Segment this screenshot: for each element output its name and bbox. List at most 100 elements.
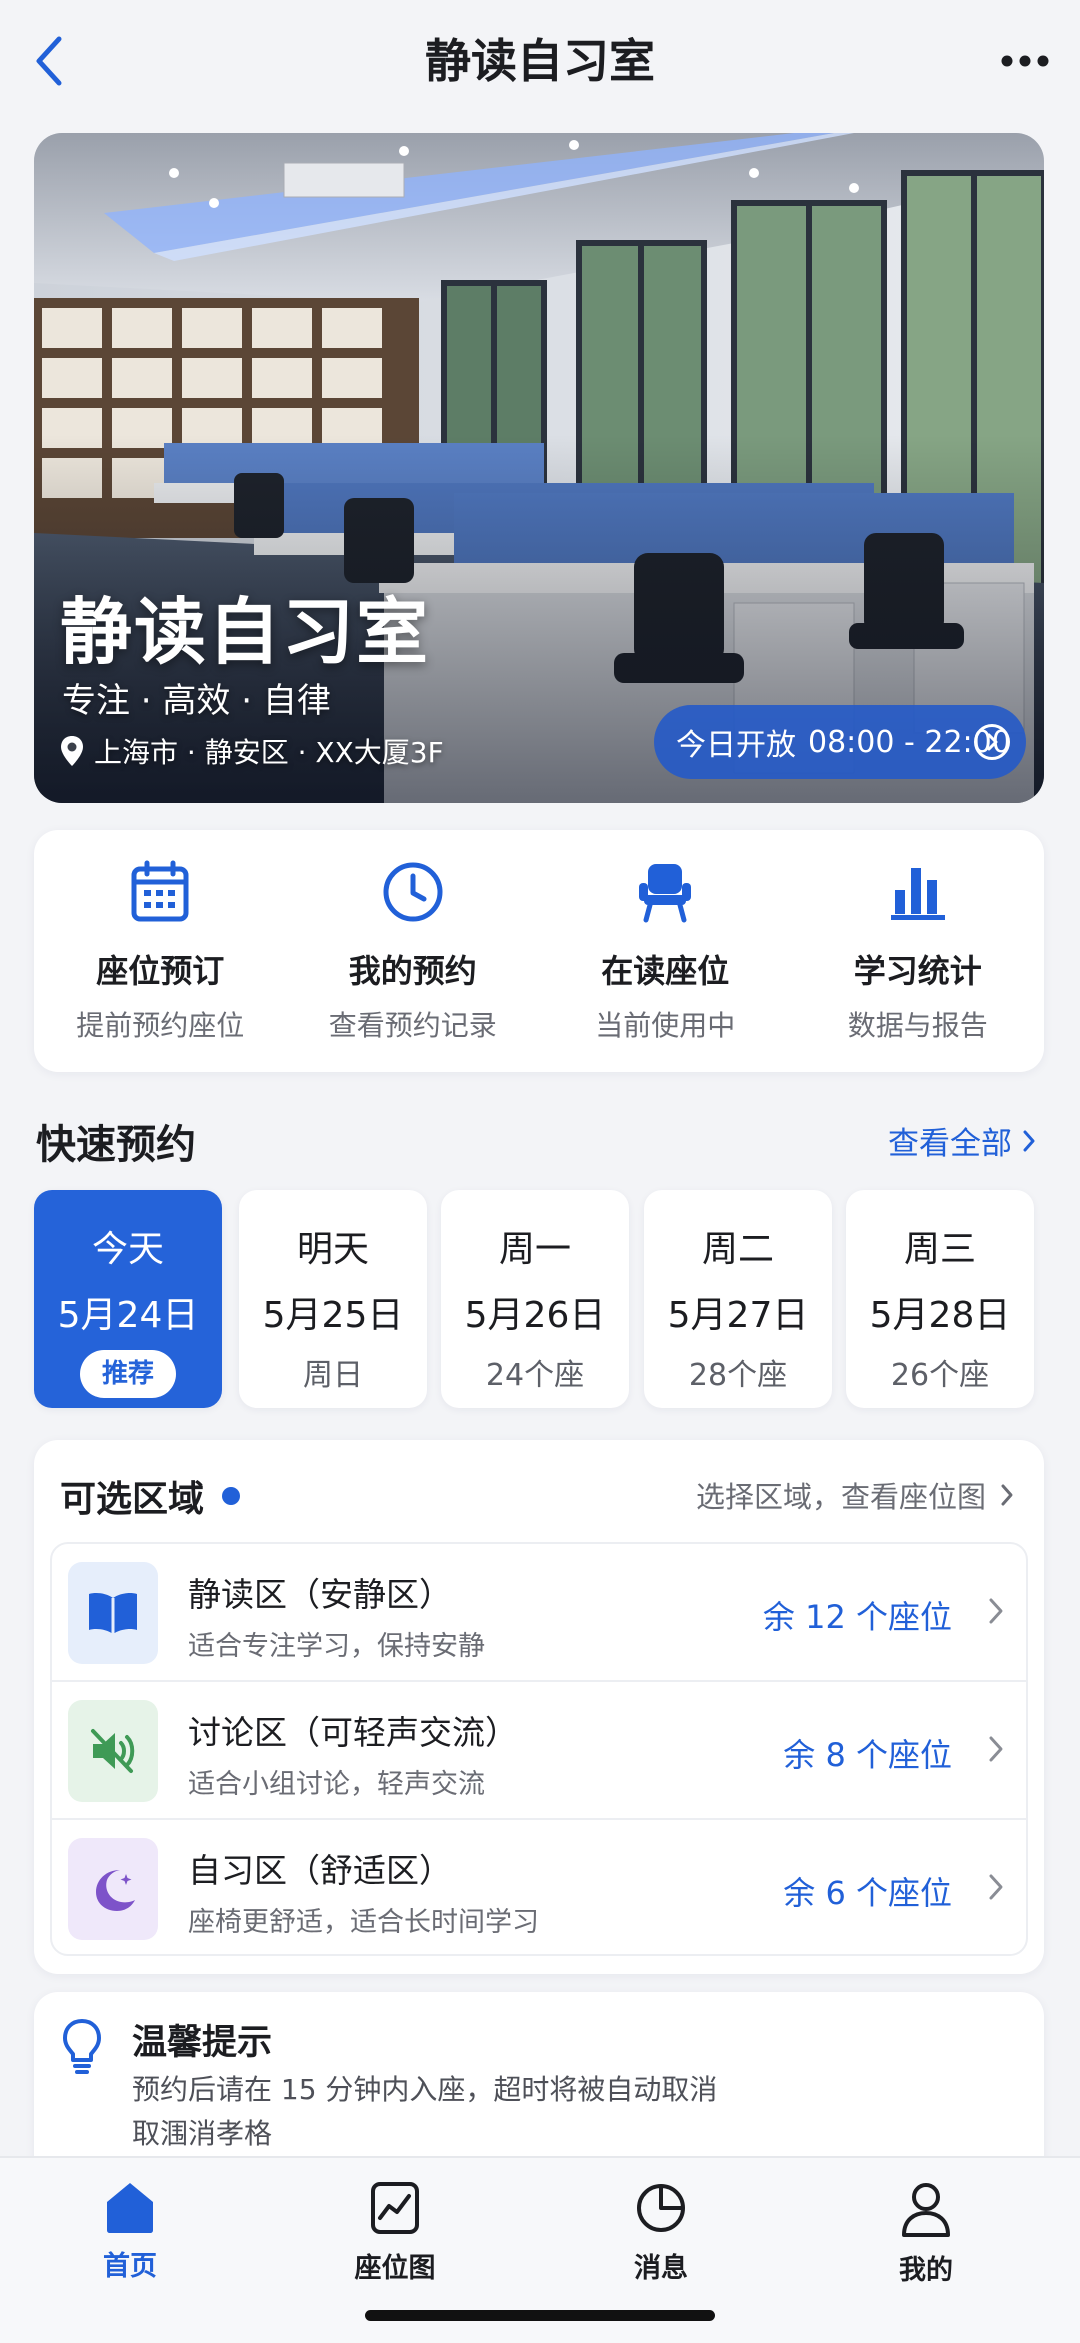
- date-day: 今天: [91, 1229, 164, 1270]
- date-value: 5月27日: [667, 1295, 809, 1336]
- action-subtitle: 当前使用中: [595, 1009, 736, 1042]
- hero-title: 静读自习室: [60, 590, 431, 674]
- zone-seats-left: 余 8 个座位: [783, 1736, 952, 1774]
- zones-hint-link[interactable]: 选择区域，查看座位图: [696, 1474, 1014, 1516]
- tab-profile[interactable]: 我的: [826, 2180, 1026, 2287]
- open-label: 今日开放: [676, 728, 796, 763]
- zone-quiet[interactable]: 静读区（安静区） 适合专注学习，保持安静 余 12 个座位: [52, 1544, 1026, 1682]
- zone-description: 适合专注学习，保持安静: [188, 1631, 485, 1662]
- chevron-right-icon: [989, 1598, 1003, 1624]
- location-pin-icon: [61, 736, 83, 766]
- date-option[interactable]: 周二 5月27日 28个座: [644, 1190, 832, 1408]
- page-title: 静读自习室: [425, 34, 655, 88]
- tab-seat-map[interactable]: 座位图: [295, 2180, 495, 2285]
- chevron-right-circle-icon: [974, 724, 1010, 760]
- home-icon: [107, 2183, 153, 2233]
- home-indicator: [365, 2310, 715, 2321]
- tip-line: 预约后请在 15 分钟内入座，超时将被自动取消: [132, 2073, 718, 2106]
- zone-list: 静读区（安静区） 适合专注学习，保持安静 余 12 个座位 讨论区（可轻声交流）…: [50, 1542, 1028, 1956]
- quick-actions-card: 座位预订 提前预约座位 我的预约 查看预约记录 在读座位 当前使用中 学习统计 …: [34, 830, 1044, 1072]
- zone-name: 静读区（安静区）: [188, 1575, 452, 1614]
- moon-icon: [68, 1838, 158, 1940]
- zones-title: 可选区域: [60, 1470, 241, 1522]
- zone-discussion[interactable]: 讨论区（可轻声交流） 适合小组讨论，轻声交流 余 8 个座位: [52, 1682, 1026, 1820]
- chair-icon: [631, 858, 699, 926]
- date-value: 5月24日: [57, 1295, 199, 1336]
- date-option[interactable]: 明天 5月25日 周日: [239, 1190, 427, 1408]
- tab-label: 座位图: [354, 2253, 436, 2284]
- action-current-seat[interactable]: 在读座位 当前使用中: [539, 830, 792, 1072]
- tip-card: 温馨提示 预约后请在 15 分钟内入座，超时将被自动取消 取涠消孝格: [34, 1992, 1044, 2172]
- date-extra: 28个座: [688, 1358, 788, 1393]
- see-all-link[interactable]: 查看全部: [888, 1118, 1036, 1163]
- zone-description: 座椅更舒适，适合长时间学习: [188, 1907, 539, 1938]
- zone-comfort[interactable]: 自习区（舒适区） 座椅更舒适，适合长时间学习 余 6 个座位: [52, 1820, 1026, 1954]
- chevron-right-icon: [1001, 1484, 1013, 1506]
- opening-hours-pill[interactable]: 今日开放 08:00 - 22:00: [654, 705, 1026, 779]
- top-bar: 静读自习室: [0, 0, 1080, 124]
- tab-messages[interactable]: 消息: [561, 2180, 761, 2285]
- chevron-right-icon: [1023, 1130, 1035, 1151]
- date-selector: 今天 5月24日 推荐 明天 5月25日 周日 周一 5月26日 24个座 周二…: [34, 1190, 1044, 1408]
- zones-title-label: 可选区域: [60, 1479, 205, 1520]
- recommended-badge: 推荐: [79, 1350, 176, 1398]
- date-option[interactable]: 周三 5月28日 26个座: [846, 1190, 1034, 1408]
- hero-banner[interactable]: 静读自习室 专注 · 高效 · 自律 上海市 · 静安区 · XX大厦3F 今日…: [34, 133, 1044, 803]
- indicator-dot-icon: [222, 1487, 241, 1505]
- tip-line: 取涠消孝格: [132, 2117, 273, 2150]
- bar-chart-icon: [884, 858, 952, 926]
- date-day: 周二: [701, 1229, 774, 1270]
- date-option[interactable]: 周一 5月26日 24个座: [441, 1190, 629, 1408]
- action-title: 我的预约: [348, 952, 477, 990]
- zone-name: 自习区（舒适区）: [188, 1851, 452, 1890]
- action-seat-booking[interactable]: 座位预订 提前预约座位: [34, 830, 287, 1072]
- message-icon: [637, 2184, 685, 2232]
- tab-label: 消息: [634, 2253, 688, 2284]
- date-day: 周一: [498, 1229, 571, 1270]
- date-option-today[interactable]: 今天 5月24日 推荐: [34, 1190, 222, 1408]
- tip-title: 温馨提示: [132, 2023, 273, 2063]
- date-value: 5月25日: [262, 1295, 404, 1336]
- zone-name: 讨论区（可轻声交流）: [188, 1713, 518, 1752]
- date-extra: 26个座: [890, 1358, 990, 1393]
- action-subtitle: 查看预约记录: [328, 1009, 497, 1042]
- date-value: 5月28日: [869, 1295, 1011, 1336]
- book-icon: [68, 1562, 158, 1664]
- action-title: 在读座位: [601, 952, 730, 990]
- action-title: 学习统计: [853, 952, 982, 990]
- zones-card: 可选区域 选择区域，查看座位图 静读区（安静区） 适合专注学习，保持安静 余 1…: [34, 1440, 1044, 1974]
- hero-slogan: 专注 · 高效 · 自律: [62, 681, 331, 721]
- calendar-icon: [126, 858, 194, 926]
- hero-location: 上海市 · 静安区 · XX大厦3F: [60, 731, 444, 771]
- location-text: 上海市 · 静安区 · XX大厦3F: [94, 736, 444, 769]
- date-extra: 周日: [303, 1358, 363, 1393]
- see-all-label: 查看全部: [888, 1126, 1012, 1162]
- action-my-bookings[interactable]: 我的预约 查看预约记录: [287, 830, 540, 1072]
- action-study-stats[interactable]: 学习统计 数据与报告: [792, 830, 1045, 1072]
- tab-label: 我的: [899, 2255, 953, 2286]
- date-day: 明天: [296, 1229, 369, 1270]
- action-subtitle: 提前预约座位: [76, 1009, 245, 1042]
- zone-description: 适合小组讨论，轻声交流: [188, 1769, 485, 1800]
- tip-text: 预约后请在 15 分钟内入座，超时将被自动取消 取涠消孝格: [132, 2068, 992, 2156]
- profile-icon: [902, 2183, 950, 2237]
- more-dots-icon: [1001, 55, 1049, 67]
- action-subtitle: 数据与报告: [847, 1009, 988, 1042]
- quick-booking-title: 快速预约: [36, 1122, 196, 1168]
- clock-icon: [379, 858, 447, 926]
- tab-home[interactable]: 首页: [30, 2180, 230, 2283]
- date-extra: 24个座: [485, 1358, 585, 1393]
- chevron-right-icon: [989, 1736, 1003, 1762]
- date-day: 周三: [903, 1229, 976, 1270]
- tab-label: 首页: [103, 2251, 157, 2282]
- chevron-right-icon: [989, 1874, 1003, 1900]
- study-room-page: 静读自习室 静读自习室 专注 · 高效 · 自律 上海市 · 静安区 · XX大…: [0, 0, 1080, 2343]
- speaker-muted-icon: [68, 1700, 158, 1802]
- zones-hint-label: 选择区域，查看座位图: [695, 1480, 986, 1514]
- action-title: 座位预订: [96, 952, 225, 990]
- more-button[interactable]: [992, 30, 1058, 92]
- lightbulb-icon: [63, 2019, 101, 2074]
- zone-seats-left: 余 12 个座位: [762, 1598, 952, 1636]
- zone-seats-left: 余 6 个座位: [783, 1874, 952, 1912]
- date-value: 5月26日: [464, 1295, 606, 1336]
